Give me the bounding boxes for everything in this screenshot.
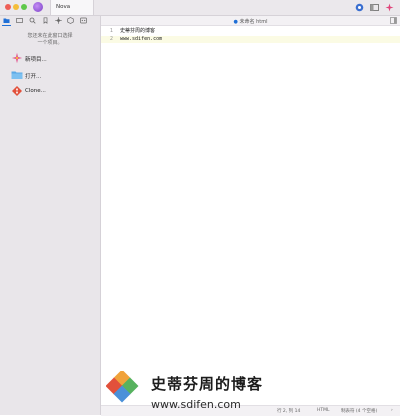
sidebar-hint-line1: 您还未在此窗口选择 <box>27 33 73 39</box>
sidebar-hint-line2: 一个项目。 <box>37 40 63 46</box>
indentation-selector[interactable]: 制表符 (4 个空格) <box>341 408 377 414</box>
unsaved-dot-icon: ● <box>233 19 238 25</box>
folder-icon <box>11 69 23 81</box>
line-number: 2 <box>109 36 113 42</box>
editor-line-current[interactable]: 2 www.sdifen.com <box>101 36 400 43</box>
minimize-window-button[interactable] <box>13 4 19 10</box>
watermark: 史蒂芬周的博客 www.sdifen.com <box>104 371 304 413</box>
zoom-window-button[interactable] <box>21 4 27 10</box>
search-icon[interactable] <box>29 17 36 24</box>
new-project-item[interactable]: 新项目... <box>11 52 91 64</box>
layout-icon[interactable] <box>370 3 379 12</box>
open-item[interactable]: 打开... <box>11 69 91 81</box>
nova-app-icon[interactable] <box>33 2 43 12</box>
watermark-url: www.sdifen.com <box>151 398 241 411</box>
tasks-icon[interactable] <box>67 17 74 24</box>
editor-tab-title[interactable]: ● 未命名 html <box>101 18 400 25</box>
remote-files-icon[interactable] <box>16 17 23 24</box>
editor-pane[interactable]: ● 未命名 html 1 史蒂芬周的博客 2 www.sdifen.com <box>101 16 400 415</box>
language-selector[interactable]: HTML <box>317 408 330 413</box>
window-title: Nova <box>56 4 71 10</box>
clone-label: Clone... <box>25 88 46 94</box>
sidebar: 您还未在此窗口选择 一个项目。 新项目... 打开... Clone... <box>0 16 101 415</box>
git-icon[interactable] <box>55 17 62 24</box>
line-number: 1 <box>109 28 113 34</box>
open-label: 打开... <box>25 74 42 80</box>
status-menu-icon[interactable]: › <box>391 408 393 413</box>
bookmark-icon[interactable] <box>42 17 49 24</box>
editor-tab-bar: ● 未命名 html <box>101 16 400 26</box>
editor-tab-title-text: 未命名 html <box>239 19 268 25</box>
sparkle-icon[interactable] <box>385 3 394 12</box>
sidebar-toolbar <box>0 16 100 25</box>
title-bar: Nova <box>0 0 400 16</box>
inspector-toggle-icon[interactable] <box>390 17 397 24</box>
watermark-logo-icon <box>106 371 139 403</box>
close-window-button[interactable] <box>5 4 11 10</box>
new-project-icon <box>11 52 23 64</box>
watermark-title: 史蒂芬周的博客 <box>151 375 264 393</box>
line-text: 史蒂芬周的博客 <box>120 28 156 34</box>
git-clone-icon <box>11 85 23 97</box>
clone-item[interactable]: Clone... <box>11 85 91 97</box>
new-project-label: 新项目... <box>25 57 47 63</box>
files-icon[interactable] <box>3 17 10 24</box>
window-title-tab[interactable]: Nova <box>50 0 94 15</box>
terminal-icon[interactable] <box>80 17 87 24</box>
editor-line[interactable]: 1 史蒂芬周的博客 <box>101 28 400 35</box>
active-tool-indicator <box>2 25 11 26</box>
extensions-icon[interactable] <box>355 3 364 12</box>
line-text: www.sdifen.com <box>120 36 163 42</box>
